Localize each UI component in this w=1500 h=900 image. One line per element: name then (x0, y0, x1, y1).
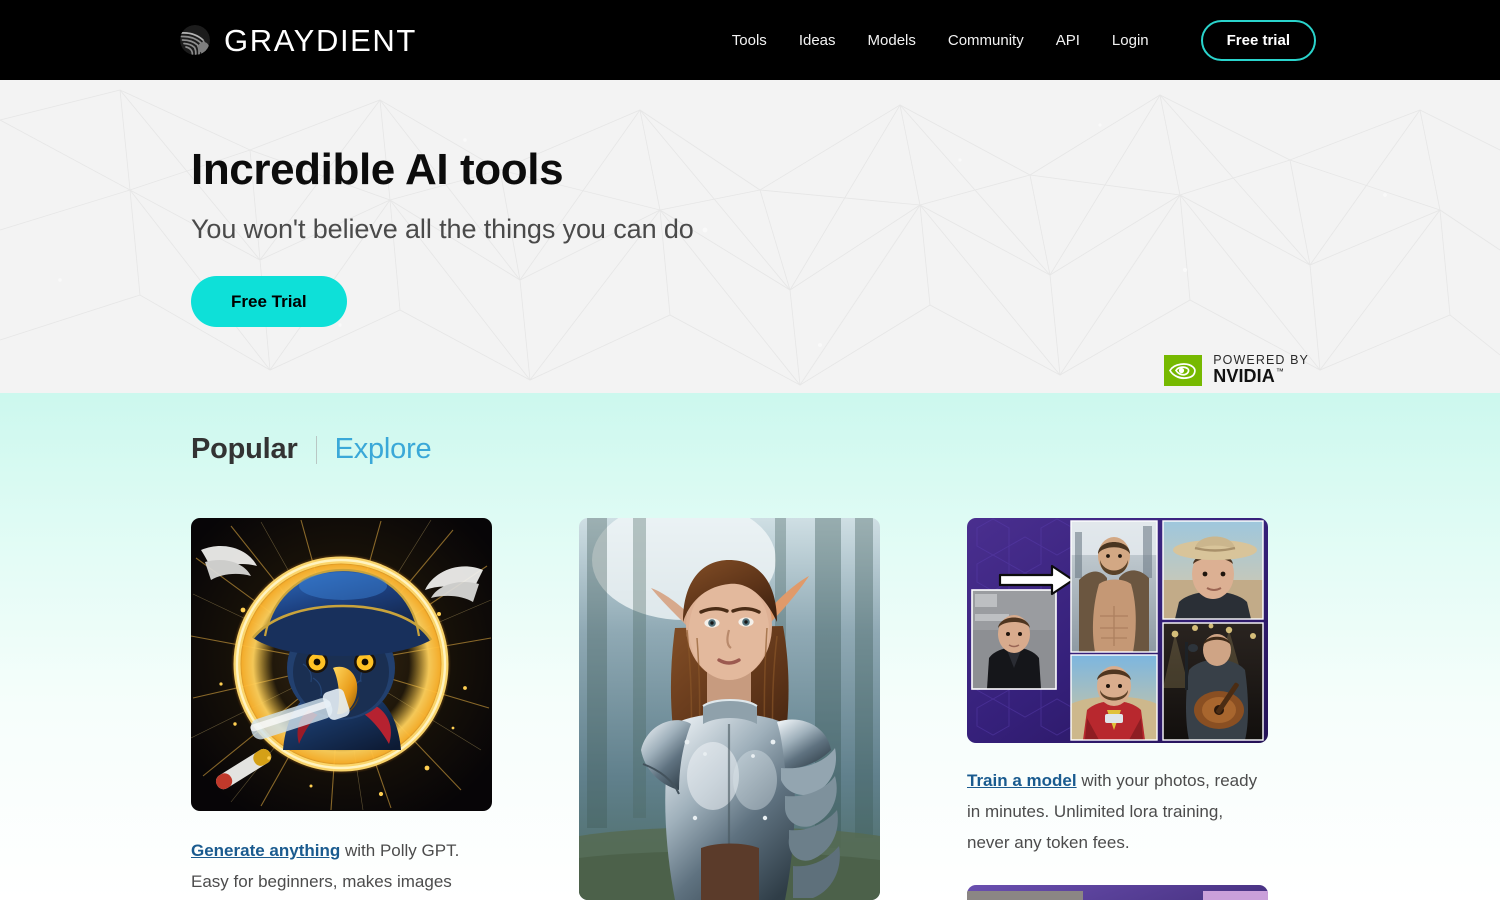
nav-item-api[interactable]: API (1040, 33, 1096, 48)
logo[interactable]: GRAYDIENT (178, 23, 417, 57)
main-navigation: Tools Ideas Models Community API Login F… (716, 19, 1316, 61)
generate-anything-link[interactable]: Generate anything (191, 841, 340, 860)
tab-popular[interactable]: Popular (191, 433, 298, 466)
nav-item-community[interactable]: Community (932, 33, 1040, 48)
model-training-collage-image[interactable] (967, 518, 1268, 743)
tab-explore[interactable]: Explore (335, 433, 432, 466)
train-a-model-link[interactable]: Train a model (967, 771, 1077, 790)
logo-text: GRAYDIENT (224, 22, 417, 58)
shell-fan-icon (178, 23, 212, 57)
tab-divider (315, 435, 317, 464)
card-elf-warrior (579, 518, 880, 900)
elf-warrior-armor-image[interactable] (579, 518, 880, 900)
nav-item-login[interactable]: Login (1096, 33, 1165, 48)
nav-item-ideas[interactable]: Ideas (783, 33, 852, 48)
card-caption: Generate anything with Polly GPT. Easy f… (191, 835, 492, 897)
popular-section: Popular Explore Generate anything with P… (0, 393, 1500, 900)
hero-subtitle: You won't believe all the things you can… (191, 214, 694, 245)
hero-section: Incredible AI tools You won't believe al… (0, 80, 1500, 393)
card-caption: Train a model with your photos, ready in… (967, 765, 1268, 858)
nvidia-badge-line2: NVIDIA (1213, 366, 1275, 387)
second-training-collage-image[interactable] (967, 885, 1268, 900)
section-tabs: Popular Explore (0, 393, 1500, 466)
free-trial-header-button[interactable]: Free trial (1200, 19, 1316, 61)
pirate-parrot-glowing-ring-image[interactable] (191, 518, 492, 811)
card-train-a-model: Train a model with your photos, ready in… (967, 518, 1268, 900)
hero-title: Incredible AI tools (191, 145, 564, 194)
nav-item-tools[interactable]: Tools (716, 33, 783, 48)
popular-cards-row: Generate anything with Polly GPT. Easy f… (191, 518, 1309, 900)
nvidia-trademark: ™ (1275, 367, 1284, 377)
card-generate-anything: Generate anything with Polly GPT. Easy f… (191, 518, 492, 900)
nav-item-models[interactable]: Models (852, 33, 932, 48)
powered-by-nvidia-badge: POWERED BY NVIDIA ™ (1164, 353, 1309, 387)
site-header: GRAYDIENT Tools Ideas Models Community A… (0, 0, 1500, 80)
free-trial-hero-button[interactable]: Free Trial (191, 276, 347, 328)
nvidia-eye-icon (1164, 354, 1203, 386)
